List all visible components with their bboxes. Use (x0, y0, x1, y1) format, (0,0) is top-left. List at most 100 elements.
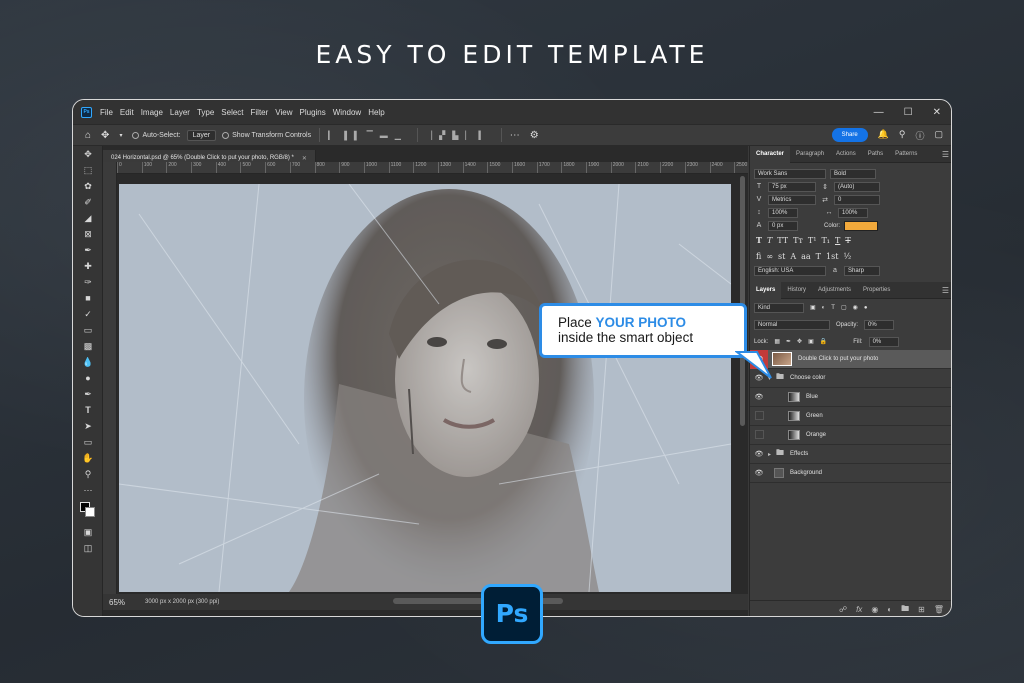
layer-style-icon[interactable]: fx (856, 605, 862, 614)
filter-smart-icon[interactable]: ◉ (853, 304, 858, 311)
vertical-scrollbar[interactable] (740, 176, 745, 426)
frame-tool-icon[interactable]: ⊠ (73, 226, 103, 242)
menu-type[interactable]: Type (197, 108, 214, 117)
history-brush-tool-icon[interactable]: ✓ (73, 306, 103, 322)
gradient-tool-icon[interactable]: ▩ (73, 338, 103, 354)
filter-pixel-icon[interactable]: ▣ (810, 304, 816, 311)
faux-italic-icon[interactable]: T (767, 236, 772, 245)
menu-plugins[interactable]: Plugins (300, 108, 326, 117)
menu-window[interactable]: Window (333, 108, 361, 117)
font-family-select[interactable]: Work Sans (754, 168, 826, 179)
menu-view[interactable]: View (275, 108, 292, 117)
blur-tool-icon[interactable]: 💧 (73, 354, 103, 370)
filter-adjustment-icon[interactable]: ◐ (822, 305, 826, 311)
layer-row[interactable]: 👁 Background (750, 464, 951, 483)
menu-file[interactable]: File (100, 108, 113, 117)
align-middle-icon[interactable]: ▬ (380, 131, 388, 140)
layer-row[interactable]: 👁 Double Click to put your photo (750, 349, 951, 369)
panel-menu-icon[interactable]: ☰ (942, 286, 949, 295)
fractions-icon[interactable]: ½ (843, 252, 851, 261)
close-icon[interactable]: ✕ (933, 107, 941, 118)
faux-bold-icon[interactable]: T (756, 235, 762, 245)
align-left-icon[interactable]: ▎ (328, 131, 334, 140)
distribute-bottom-icon[interactable]: ▙ (452, 131, 458, 140)
auto-select-dropdown[interactable]: Layer (186, 129, 217, 141)
layer-group-row[interactable]: 👁 ▾ 🖿 Choose color (750, 369, 951, 388)
pen-tool-icon[interactable]: ✒ (73, 386, 103, 402)
eye-icon[interactable]: 👁 (750, 469, 768, 477)
distribute-left-icon[interactable]: ▏ (465, 131, 471, 140)
eyedropper-tool-icon[interactable]: ✒ (73, 242, 103, 258)
horizontal-scale-field[interactable]: 100% (838, 207, 868, 218)
lock-paint-icon[interactable]: ✒ (786, 338, 791, 345)
tab-adjustments[interactable]: Adjustments (812, 282, 857, 299)
stamp-tool-icon[interactable]: ■ (73, 290, 103, 306)
ligatures-icon[interactable]: fi (756, 252, 761, 261)
menu-help[interactable]: Help (368, 108, 384, 117)
menu-filter[interactable]: Filter (251, 108, 269, 117)
trash-icon[interactable]: 🗑 (934, 605, 944, 614)
filter-toggle-icon[interactable]: ● (864, 305, 868, 311)
subscript-icon[interactable]: T₁ (821, 236, 830, 245)
background-color[interactable] (85, 507, 95, 517)
opacity-field[interactable]: 0% (864, 319, 895, 330)
link-layers-icon[interactable]: ☍ (839, 605, 847, 614)
discretionary-ligatures-icon[interactable]: st (778, 252, 785, 261)
healing-brush-tool-icon[interactable]: ✚ (73, 258, 103, 274)
strikethrough-icon[interactable]: T (845, 236, 850, 245)
underline-icon[interactable]: T (835, 236, 840, 245)
layer-row[interactable]: 👁 Blue (750, 388, 951, 407)
superscript-icon[interactable]: T¹ (808, 236, 817, 245)
lock-position-icon[interactable]: ✥ (797, 338, 802, 345)
close-icon[interactable]: ✕ (302, 155, 307, 162)
menu-layer[interactable]: Layer (170, 108, 190, 117)
vertical-scale-field[interactable]: 100% (768, 207, 798, 218)
brush-tool-icon[interactable]: ✑ (73, 274, 103, 290)
color-swatches[interactable] (73, 498, 103, 524)
tab-properties[interactable]: Properties (857, 282, 896, 299)
tracking-field[interactable]: 0 (834, 194, 880, 205)
shape-tool-icon[interactable]: ▭ (73, 434, 103, 450)
tab-paths[interactable]: Paths (862, 146, 889, 163)
text-color-swatch[interactable] (844, 220, 879, 231)
lasso-tool-icon[interactable]: ✿ (73, 178, 103, 194)
eraser-tool-icon[interactable]: ▭ (73, 322, 103, 338)
font-size-field[interactable]: 75 px (768, 181, 816, 192)
gear-icon[interactable]: ⚙ (530, 130, 539, 141)
lock-artboard-icon[interactable]: ▣ (808, 338, 814, 345)
add-mask-icon[interactable]: ◉ (871, 605, 878, 614)
fill-field[interactable]: 0% (868, 336, 899, 347)
layer-filter-kind[interactable]: Kind (754, 302, 804, 313)
quick-mask-icon[interactable]: ▣ (73, 524, 103, 540)
new-group-icon[interactable]: 🖿 (901, 603, 909, 617)
menu-image[interactable]: Image (141, 108, 163, 117)
panel-menu-icon[interactable]: ☰ (942, 150, 949, 159)
tab-actions[interactable]: Actions (830, 146, 862, 163)
align-top-icon[interactable]: ▔ (367, 131, 373, 140)
share-button[interactable]: Share (831, 128, 868, 142)
distribute-top-icon[interactable]: ▕ (426, 131, 432, 140)
more-tools-icon[interactable]: ⋯ (73, 482, 103, 498)
layer-row[interactable]: Green (750, 407, 951, 426)
minimize-icon[interactable]: — (874, 107, 884, 118)
lock-pixels-icon[interactable]: ▦ (774, 338, 780, 345)
contextual-alternates-icon[interactable]: ∞ (766, 252, 773, 261)
maximize-icon[interactable]: ☐ (904, 107, 913, 118)
titling-icon[interactable]: T (816, 252, 821, 261)
move-tool-icon[interactable]: ✥ (73, 146, 103, 162)
distribute-middle-icon[interactable]: ▞ (439, 131, 445, 140)
distribute-center-icon[interactable]: ▍ (479, 131, 485, 140)
home-icon[interactable]: ⌂ (85, 130, 91, 141)
align-bottom-icon[interactable]: ▁ (395, 131, 401, 140)
ordinals-icon[interactable]: 1st (826, 252, 838, 261)
eye-icon[interactable]: 👁 (750, 450, 768, 458)
swash-icon[interactable]: A (790, 252, 796, 261)
bell-icon[interactable]: 🔔 (878, 129, 889, 142)
align-right-icon[interactable]: ▌ (354, 131, 360, 140)
baseline-shift-field[interactable]: 0 px (768, 220, 798, 231)
layer-group-row[interactable]: 👁 ▸ 🖿 Effects (750, 445, 951, 464)
tab-patterns[interactable]: Patterns (889, 146, 923, 163)
workspace-icon[interactable]: ▢ (934, 129, 943, 142)
all-caps-icon[interactable]: TT (777, 236, 788, 245)
leading-field[interactable]: (Auto) (834, 181, 880, 192)
